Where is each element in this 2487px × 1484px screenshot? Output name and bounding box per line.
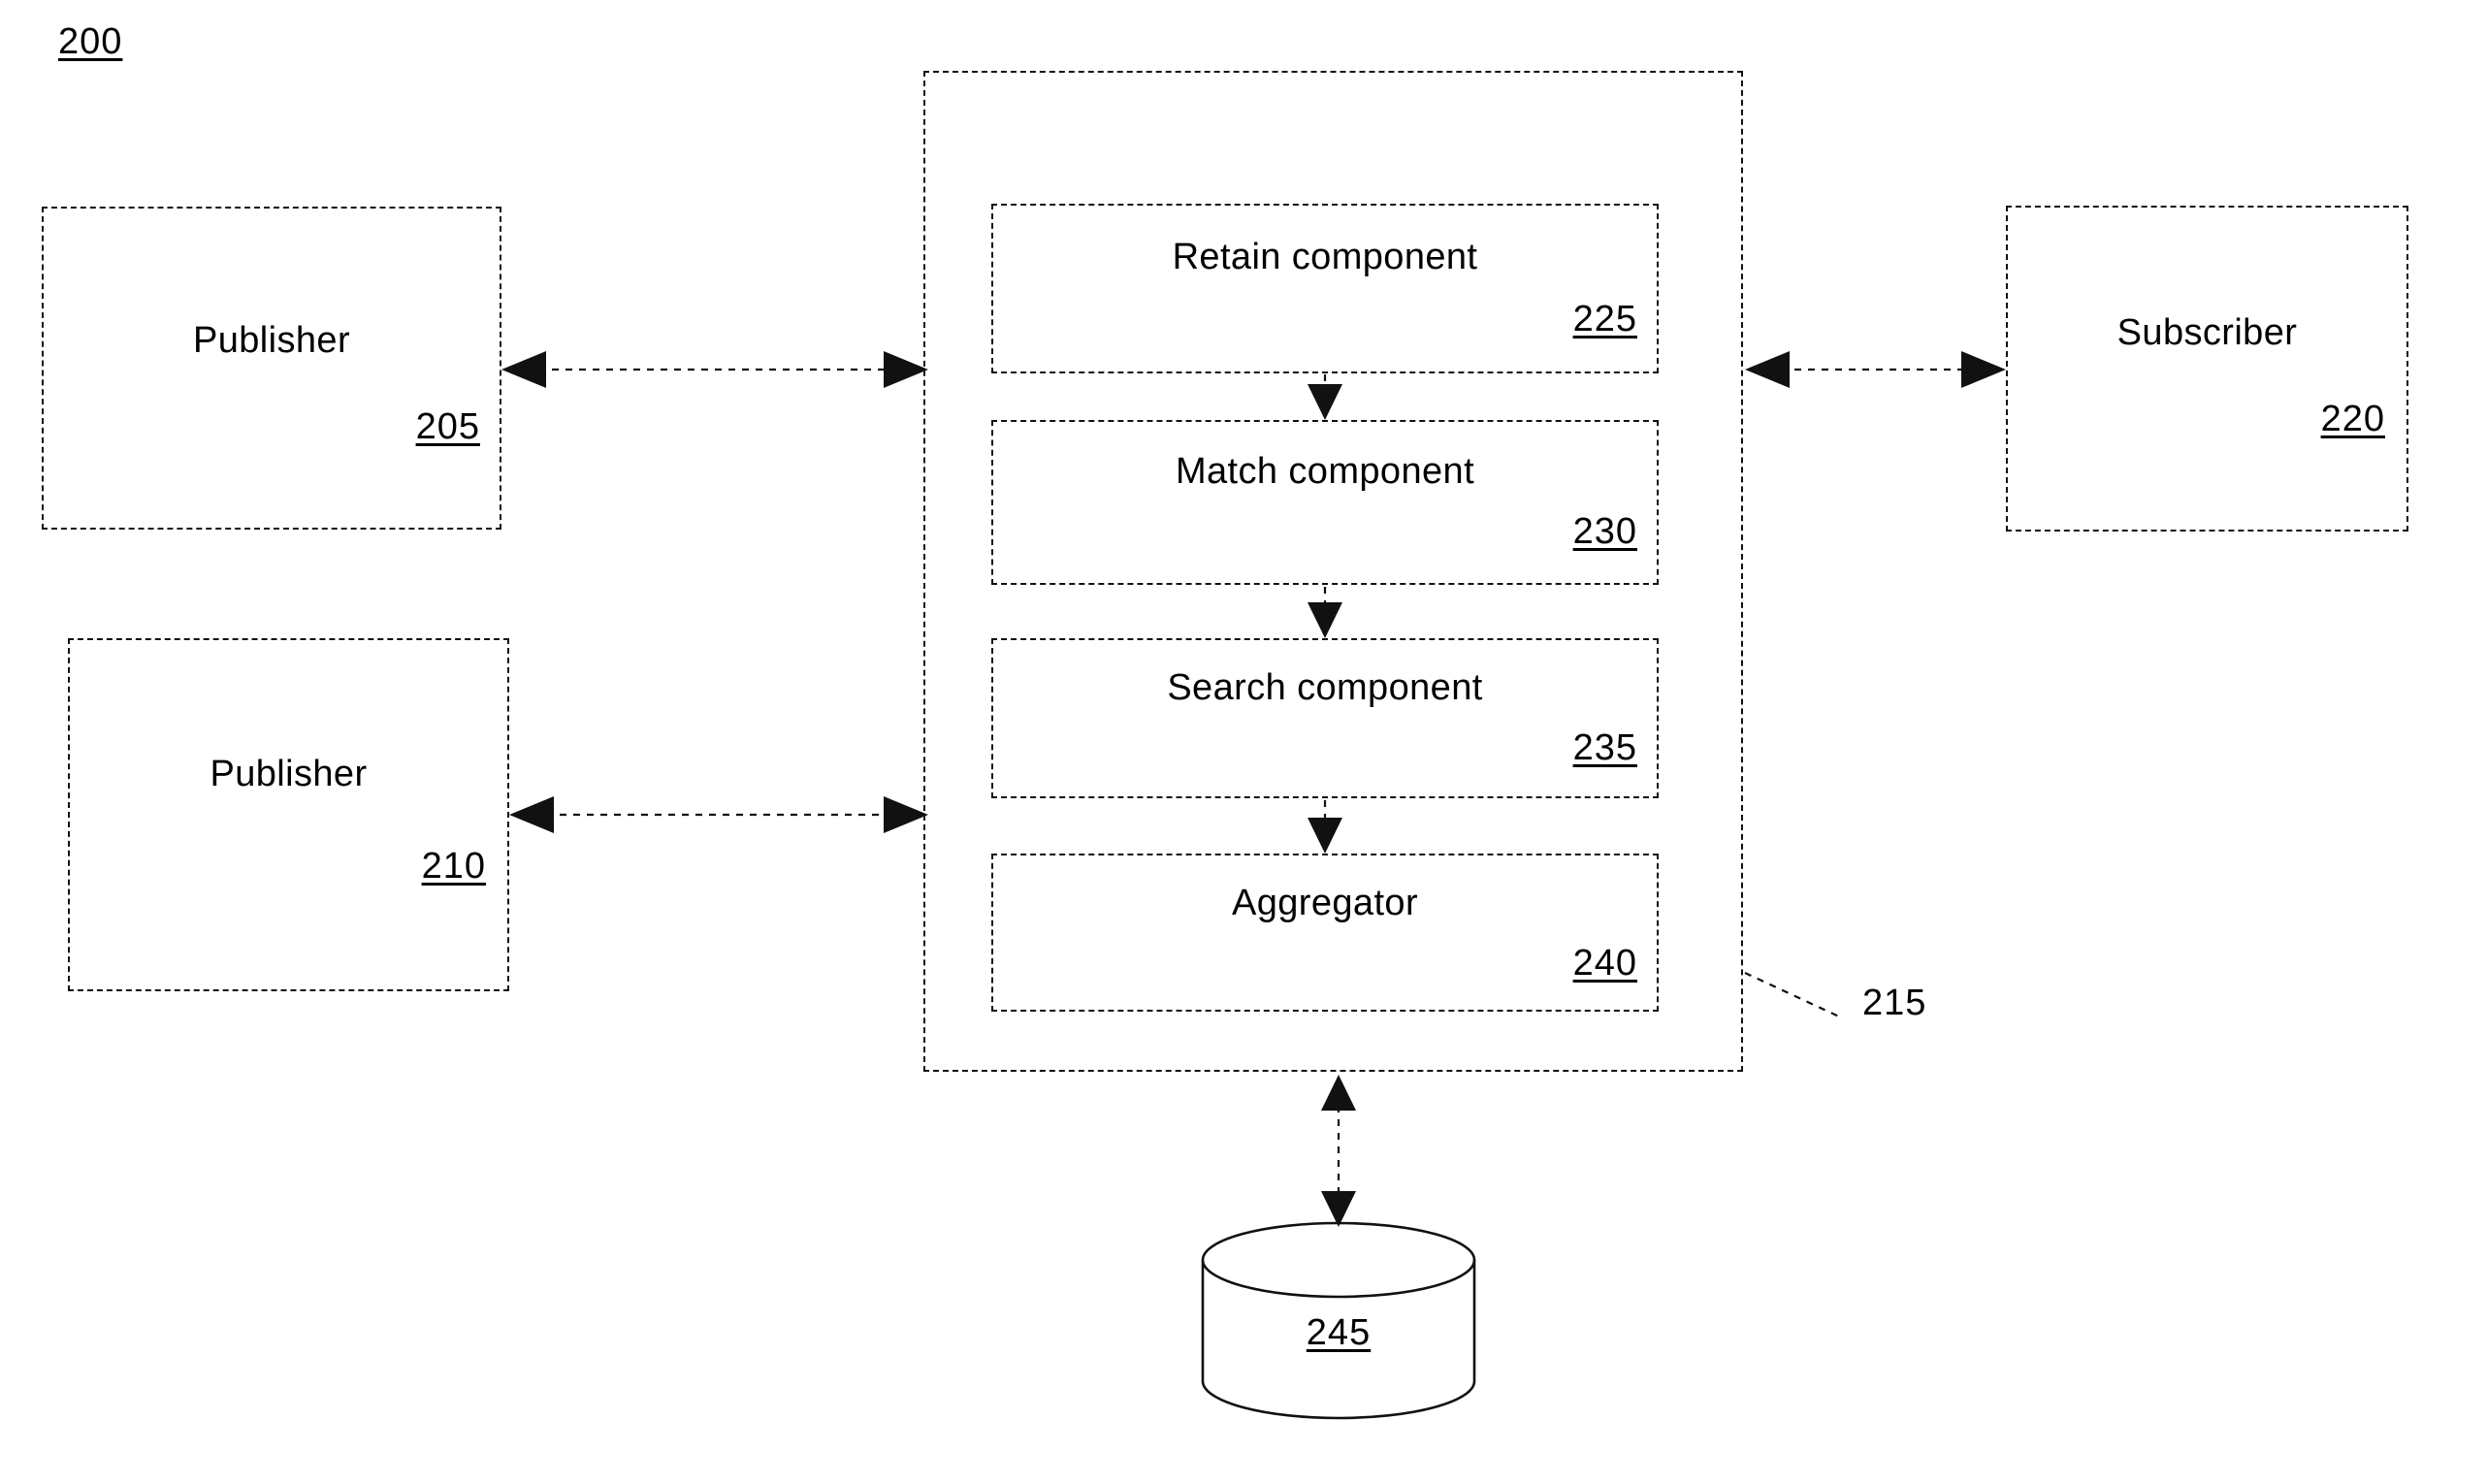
search-component-title: Search component bbox=[1167, 667, 1483, 708]
retain-component-225-box[interactable]: Retain component 225 bbox=[991, 204, 1659, 373]
search-component-235-box[interactable]: Search component 235 bbox=[991, 638, 1659, 798]
database-245-ref: 245 bbox=[1306, 1312, 1372, 1353]
connector-container-to-database bbox=[1321, 1075, 1356, 1227]
aggregator-title: Aggregator bbox=[1231, 883, 1418, 923]
aggregator-ref: 240 bbox=[1572, 943, 1637, 984]
publisher-210-box[interactable]: Publisher 210 bbox=[68, 638, 509, 991]
figure-canvas: 200 Publisher 205 Publisher 210 215 Reta… bbox=[0, 0, 2487, 1484]
subscriber-220-box[interactable]: Subscriber 220 bbox=[2006, 206, 2408, 532]
subscriber-220-ref: 220 bbox=[2320, 399, 2385, 439]
search-component-ref: 235 bbox=[1572, 727, 1637, 768]
publisher-205-ref: 205 bbox=[415, 406, 480, 447]
system-container-215-ref: 215 bbox=[1862, 983, 1927, 1023]
connector-publisher205-to-container bbox=[501, 351, 928, 388]
publisher-205-title: Publisher bbox=[192, 320, 351, 361]
subscriber-220-title: Subscriber bbox=[2116, 312, 2298, 353]
aggregator-240-box[interactable]: Aggregator 240 bbox=[991, 854, 1659, 1012]
retain-component-ref: 225 bbox=[1572, 299, 1637, 339]
publisher-210-ref: 210 bbox=[421, 846, 486, 887]
publisher-205-box[interactable]: Publisher 205 bbox=[42, 207, 501, 530]
connector-container-to-subscriber220 bbox=[1745, 351, 2006, 388]
figure-number-label: 200 bbox=[58, 21, 123, 62]
publisher-210-title: Publisher bbox=[210, 754, 368, 794]
match-component-title: Match component bbox=[1175, 451, 1475, 492]
match-component-230-box[interactable]: Match component 230 bbox=[991, 420, 1659, 585]
retain-component-title: Retain component bbox=[1172, 237, 1478, 277]
match-component-ref: 230 bbox=[1572, 511, 1637, 552]
leader-line-215 bbox=[1744, 972, 1842, 1018]
connector-publisher210-to-container bbox=[509, 796, 928, 833]
